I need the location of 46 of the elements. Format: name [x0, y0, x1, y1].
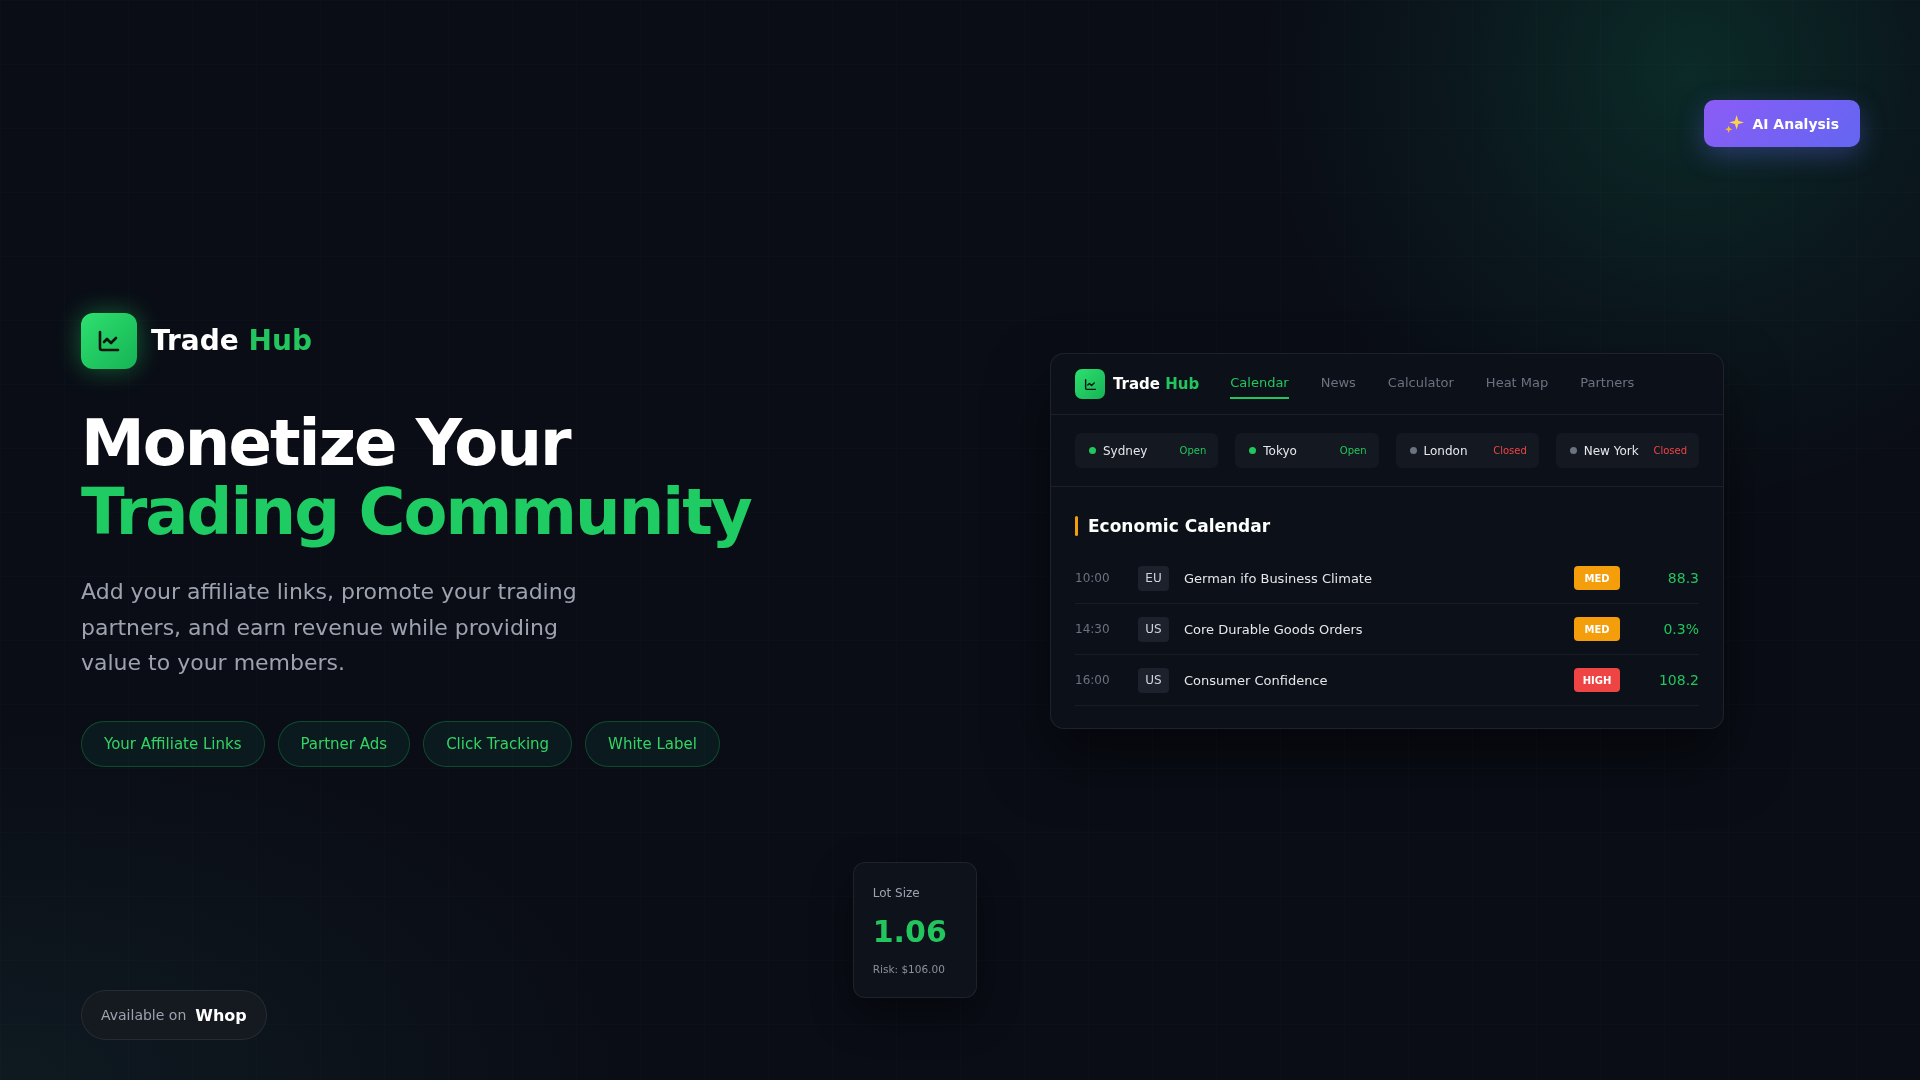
event-name: Core Durable Goods Orders [1184, 621, 1364, 637]
impact-tag: MED [1574, 566, 1620, 590]
feature-tag: Partner Ads [277, 720, 411, 767]
line-chart-icon [1075, 369, 1105, 399]
event-value: 108.2 [1657, 672, 1699, 688]
line-chart-icon [81, 313, 137, 369]
accent-bar [1075, 516, 1078, 536]
headline: Monetize Your Trading Community [81, 409, 751, 547]
feature-tag: Your Affiliate Links [81, 720, 265, 767]
country-tag: US [1138, 616, 1169, 642]
sparkles-icon [1725, 114, 1745, 133]
section-title: Economic Calendar [1088, 515, 1271, 537]
brand-name: Trade Hub [1113, 375, 1200, 393]
lot-size-value: 1.06 [872, 914, 948, 950]
impact-tag: HIGH [1574, 668, 1620, 692]
country-tag: EU [1138, 565, 1169, 591]
city-name: New York [1583, 443, 1639, 458]
session-status: Open [1339, 445, 1367, 456]
event-name: Consumer Confidence [1184, 672, 1329, 688]
feature-tag: White Label [585, 720, 720, 767]
event-name: German ifo Business Climate [1184, 570, 1373, 586]
lot-size-label: Lot Size [872, 885, 921, 901]
city-name: London [1423, 443, 1468, 458]
country-tag: US [1138, 667, 1169, 693]
ai-analysis-button[interactable]: AI Analysis [1704, 100, 1860, 147]
city-name: Sydney [1103, 443, 1148, 458]
nav-tab[interactable]: Calculator [1387, 369, 1454, 399]
risk-text: Risk: $106.00 [872, 962, 946, 976]
event-time: 14:30 [1075, 622, 1111, 636]
brand-name: Trade Hub [151, 324, 312, 358]
description-text: Add your affiliate links, promote your trading partners, and earn revenue while providing value to your members. [81, 578, 578, 677]
nav-tab[interactable]: News [1320, 369, 1356, 399]
availability-badge: Available on Whop [81, 990, 267, 1040]
nav-tab[interactable]: Calendar [1230, 369, 1289, 399]
event-value: 88.3 [1666, 570, 1699, 586]
nav-tab[interactable]: Partners [1580, 369, 1635, 399]
session-status: Closed [1653, 445, 1687, 456]
impact-tag: MED [1574, 617, 1620, 641]
nav-tab[interactable]: Heat Map [1485, 369, 1549, 399]
city-name: Tokyo [1263, 443, 1297, 458]
feature-tag: Click Tracking [423, 720, 573, 767]
event-time: 10:00 [1075, 571, 1111, 585]
session-status: Closed [1493, 445, 1527, 456]
event-value: 0.3% [1662, 621, 1699, 637]
event-time: 16:00 [1075, 673, 1111, 687]
session-status: Open [1179, 445, 1207, 456]
